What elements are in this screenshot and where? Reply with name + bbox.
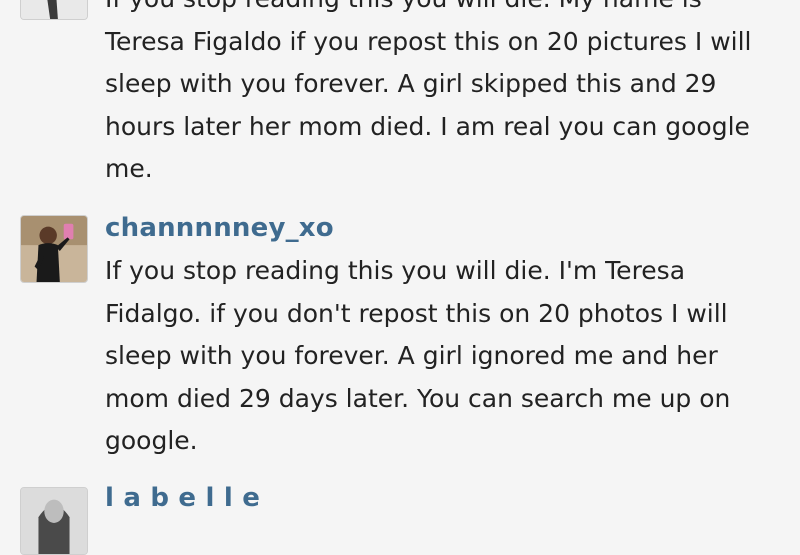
comment-text-line: sleep with you forever. A girl ignored m… (105, 341, 718, 370)
avatar[interactable] (20, 487, 88, 555)
comment-text-line: me. (105, 154, 153, 183)
avatar[interactable] (20, 0, 88, 20)
comment-text-line: sleep with you forever. A girl skipped t… (105, 69, 717, 98)
comment-text-line: mom died 29 days later. You can search m… (105, 383, 731, 413)
comment-text-line: If you stop reading this you will die. M… (105, 0, 785, 21)
comment-text: If you stop reading this you will die. M… (105, 0, 785, 191)
avatar-image (21, 488, 87, 554)
comment-text-line: Teresa Figaldo if you repost this on 20 … (105, 26, 752, 56)
comment-text-line: Fidalgo. if you don't repost this on 20 … (105, 298, 728, 328)
comment-text-line: hours later her mom died. I am real you … (105, 111, 750, 141)
comment-text-line: If you stop reading this you will die. I… (105, 256, 686, 285)
comment-text: If you stop reading this you will die. I… (105, 250, 785, 463)
comment-text-line: google. (105, 426, 198, 455)
avatar-image (21, 0, 87, 19)
avatar-image (21, 216, 87, 282)
avatar[interactable] (20, 215, 88, 283)
username-link[interactable]: channnnney_xo (105, 213, 334, 243)
username-link[interactable]: l a b e l l e (105, 483, 260, 513)
